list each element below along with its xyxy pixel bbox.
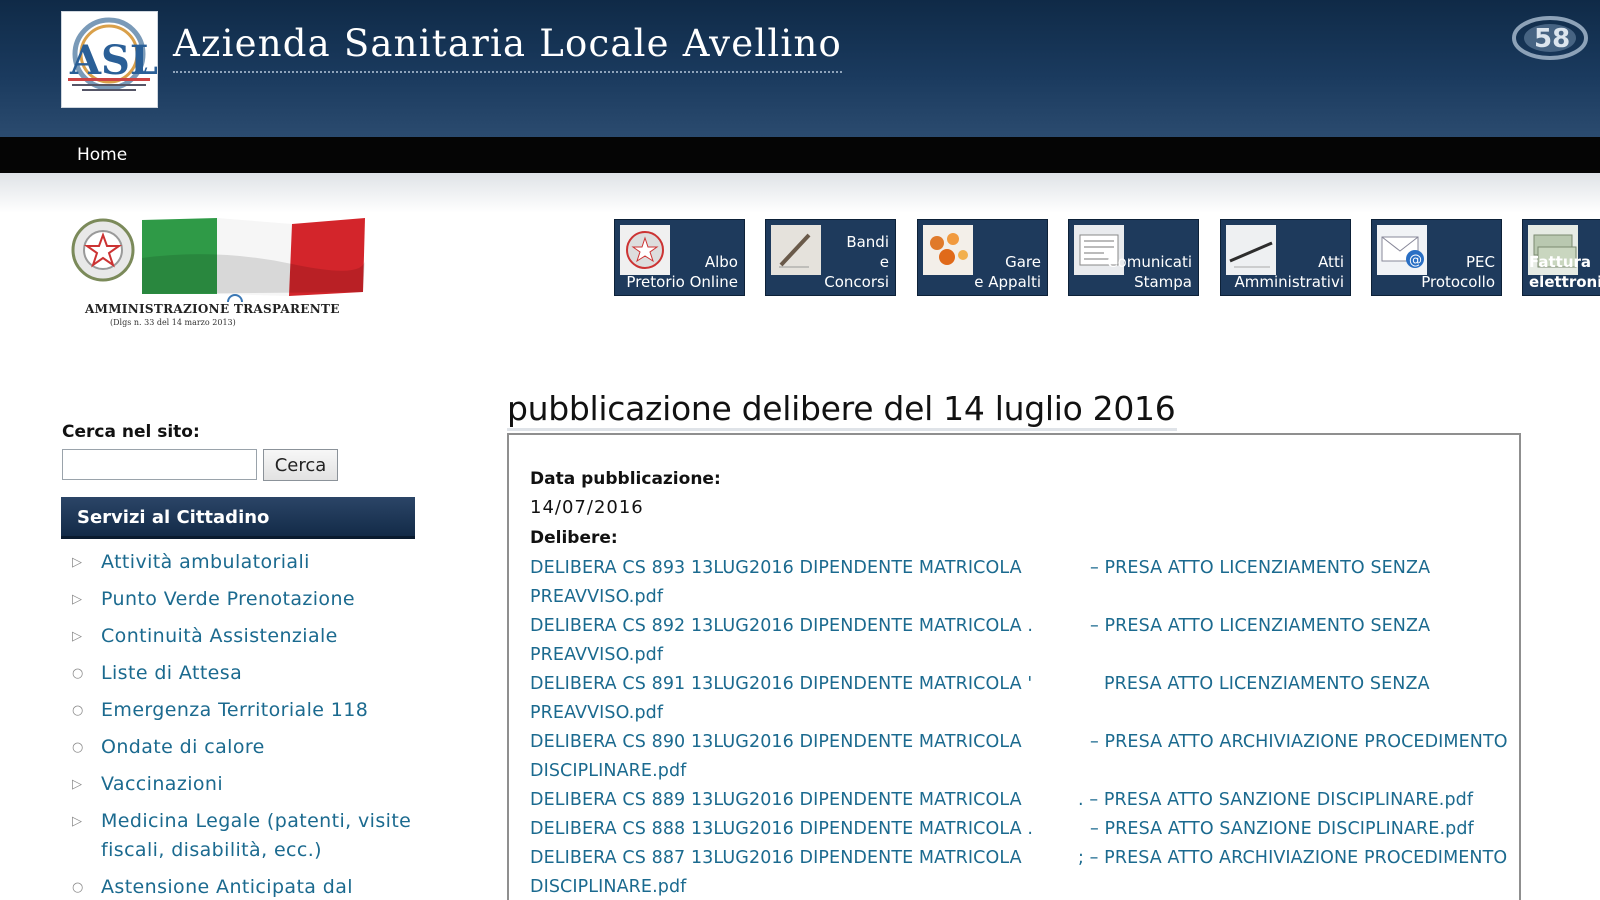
delibera-subject: – PRESA ATTO SANZIONE DISCIPLINARE.pdf <box>1090 819 1474 839</box>
bullet-circle-icon: ○ <box>72 666 84 681</box>
date-label: Data pubblicazione: <box>530 469 721 489</box>
delibera-subject: ; – PRESA ATTO ARCHIVIAZIONE PROCEDIMENT… <box>1078 848 1508 868</box>
channel-58-logo-icon: 58 <box>1512 16 1588 60</box>
sidebar-item-label: Liste di Attesa <box>101 662 243 684</box>
delibera-filename: DISCIPLINARE.pdf <box>530 877 687 897</box>
sidebar-item-emergenza-118[interactable]: ○ Emergenza Territoriale 118 <box>70 696 420 725</box>
email-icon: @ <box>1377 225 1427 275</box>
tile-atti-amministrativi[interactable]: Atti Amministrativi <box>1220 219 1351 296</box>
bullet-circle-icon: ○ <box>72 740 84 755</box>
sidebar-item-ondate-calore[interactable]: ○ Ondate di calore <box>70 733 420 762</box>
tile-fattura-elettronica[interactable]: Fattura elettronica <box>1522 219 1600 296</box>
sidebar-item-astensione-anticipata[interactable]: ○ Astensione Anticipata dal <box>70 873 420 900</box>
expand-arrow-icon: ▷ <box>72 777 83 792</box>
delibera-subject: . – PRESA ATTO SANZIONE DISCIPLINARE.pdf <box>1078 790 1474 810</box>
tile-label: PEC Protocollo <box>1421 253 1495 291</box>
pills-icon <box>923 225 973 275</box>
sidebar-item-label: Vaccinazioni <box>101 773 224 795</box>
delibera-title: DELIBERA CS 892 13LUG2016 DIPENDENTE MAT… <box>530 616 1033 636</box>
delibera-subject: PRESA ATTO LICENZIAMENTO SENZA <box>1104 674 1430 694</box>
svg-text:@: @ <box>1409 253 1422 268</box>
sidebar-item-attivita-ambulatoriali[interactable]: ▷ Attività ambulatoriali <box>70 548 420 577</box>
svg-text:AV: AV <box>134 67 147 77</box>
sidebar-item-punto-verde[interactable]: ▷ Punto Verde Prenotazione <box>70 585 420 614</box>
delibera-title: DELIBERA CS 893 13LUG2016 DIPENDENTE MAT… <box>530 558 1022 578</box>
delibera-title: DELIBERA CS 888 13LUG2016 DIPENDENTE MAT… <box>530 819 1033 839</box>
trasparenza-label: AMMINISTRAZIONE TRASPARENTE <box>85 302 340 316</box>
site-search-input[interactable] <box>62 449 257 480</box>
expand-arrow-icon: ▷ <box>72 629 83 644</box>
nav-home-link[interactable]: Home <box>77 145 127 165</box>
sidebar-item-vaccinazioni[interactable]: ▷ Vaccinazioni <box>70 770 420 799</box>
sidebar-item-medicina-legale[interactable]: ▷ Medicina Legale (patenti, visite fiscal… <box>70 807 420 865</box>
sidebar-item-liste-attesa[interactable]: ○ Liste di Attesa <box>70 659 420 688</box>
expand-arrow-icon: ▷ <box>72 592 83 607</box>
asl-logo[interactable]: ASL AV <box>61 11 158 108</box>
site-title: Azienda Sanitaria Locale Avellino <box>173 22 842 73</box>
delibera-subject: – PRESA ATTO LICENZIAMENTO SENZA <box>1090 616 1431 636</box>
sidebar-item-continuita-assistenziale[interactable]: ▷ Continuità Assistenziale <box>70 622 420 651</box>
sidebar-item-label: Continuità Assistenziale <box>101 625 338 647</box>
sidebar-item-label: Astensione Anticipata dal <box>101 876 353 898</box>
delibera-title: DELIBERA CS 887 13LUG2016 DIPENDENTE MAT… <box>530 848 1022 868</box>
tile-comunicati-stampa[interactable]: Comunicati Stampa <box>1068 219 1199 296</box>
delibera-filename: PREAVVISO.pdf <box>530 703 664 723</box>
tile-gare-appalti[interactable]: Gare e Appalti <box>917 219 1048 296</box>
delibera-title: DELIBERA CS 889 13LUG2016 DIPENDENTE MAT… <box>530 790 1022 810</box>
delibera-subject: – PRESA ATTO LICENZIAMENTO SENZA <box>1090 558 1431 578</box>
tile-pec-protocollo[interactable]: @ PEC Protocollo <box>1371 219 1502 296</box>
asl-logo-icon: ASL AV <box>68 17 158 91</box>
delibere-label: Delibere: <box>530 528 618 548</box>
tile-label: Fattura elettronica <box>1529 253 1600 291</box>
sidebar-item-label: Punto Verde Prenotazione <box>101 588 355 610</box>
date-value: 14/07/2016 <box>530 497 644 518</box>
italian-flag-emblem-icon <box>71 218 366 310</box>
site-header: ASL AV Azienda Sanitaria Locale Avellino… <box>0 0 1600 137</box>
sidebar-item-label: Attività ambulatoriali <box>101 551 310 573</box>
expand-arrow-icon: ▷ <box>72 814 83 829</box>
tile-label: Bandi e Concorsi <box>824 233 889 291</box>
sidebar-item-label: Ondate di calore <box>101 736 265 758</box>
expand-arrow-icon: ▷ <box>72 555 83 570</box>
tile-label: Atti Amministrativi <box>1234 253 1344 291</box>
delibera-filename: PREAVVISO.pdf <box>530 587 664 607</box>
search-button[interactable]: Cerca <box>263 449 338 481</box>
servizi-list: ▷ Attività ambulatoriali ▷ Punto Verde Pre… <box>70 548 420 900</box>
delibera-subject: – PRESA ATTO ARCHIVIAZIONE PROCEDIMENTO <box>1090 732 1508 752</box>
servizi-cittadino-heading: Servizi al Cittadino <box>61 497 415 539</box>
bullet-circle-icon: ○ <box>72 880 84 895</box>
tile-bandi-concorsi[interactable]: Bandi e Concorsi <box>765 219 896 296</box>
search-label: Cerca nel sito: <box>62 422 200 442</box>
bullet-circle-icon: ○ <box>72 703 84 718</box>
delibera-filename: DISCIPLINARE.pdf <box>530 761 687 781</box>
header-gradient-band <box>0 173 1600 213</box>
sidebar-item-label: Medicina Legale (patenti, visite fiscali… <box>101 810 412 861</box>
writing-icon <box>771 225 821 275</box>
svg-text:58: 58 <box>1534 24 1570 54</box>
tile-label: Gare e Appalti <box>974 253 1041 291</box>
tile-albo-pretorio[interactable]: Albo Pretorio Online <box>614 219 745 296</box>
sidebar-item-label: Emergenza Territoriale 118 <box>101 699 369 721</box>
main-navbar: Home <box>0 137 1600 173</box>
delibera-title: DELIBERA CS 891 13LUG2016 DIPENDENTE MAT… <box>530 674 1033 694</box>
trasparenza-sublabel: (Dlgs n. 33 del 14 marzo 2013) <box>110 318 236 327</box>
delibera-title: DELIBERA CS 890 13LUG2016 DIPENDENTE MAT… <box>530 732 1022 752</box>
delibera-filename: PREAVVISO.pdf <box>530 645 664 665</box>
page-title: pubblicazione delibere del 14 luglio 201… <box>507 389 1178 431</box>
tile-label: Albo Pretorio Online <box>626 253 738 291</box>
tile-label: Comunicati Stampa <box>1107 253 1192 291</box>
